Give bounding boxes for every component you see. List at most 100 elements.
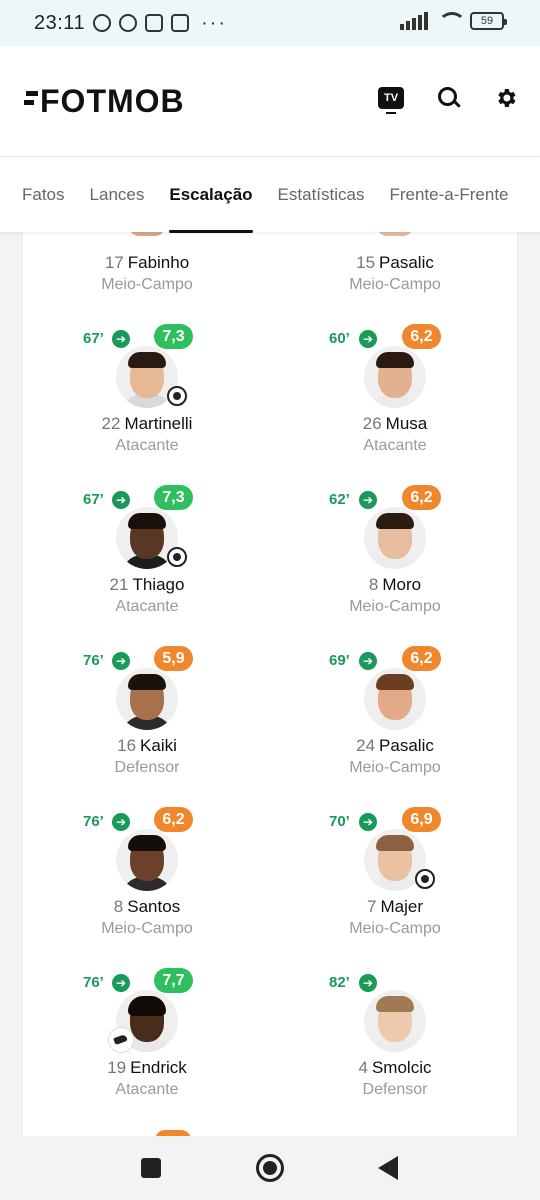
player-rating: 6,2 <box>154 807 193 832</box>
gamepad-icon <box>171 14 190 32</box>
player-position: Meio-Campo <box>349 598 441 615</box>
gamepad-icon <box>145 14 164 32</box>
gear-icon[interactable] <box>494 86 518 110</box>
player-number: 19 <box>107 1058 127 1077</box>
status-right: 59 <box>400 12 507 30</box>
player-photo <box>364 990 426 1052</box>
sub-in-arrow-icon: ➔ <box>112 491 130 509</box>
player-rating: 7,7 <box>154 968 193 993</box>
tab-frente-a-frente[interactable]: Frente-a-Frente <box>389 157 508 233</box>
sub-minute: 62’ <box>329 491 350 508</box>
player-rating: 6,2 <box>402 485 441 510</box>
player-position: Atacante <box>115 437 179 454</box>
sub-in-arrow-icon: ➔ <box>112 813 130 831</box>
player-position: Defensor <box>114 759 180 776</box>
tab-lances[interactable]: Lances <box>90 157 145 233</box>
system-nav-bar <box>0 1136 540 1200</box>
player-number: 8 <box>113 897 124 916</box>
player-number: 16 <box>117 736 137 755</box>
tv-icon[interactable]: TV <box>378 87 404 114</box>
player-number: 4 <box>358 1058 368 1077</box>
player-name: Endrick <box>130 1058 187 1077</box>
player-photo <box>364 668 426 730</box>
player-rating: 6,2 <box>402 646 441 671</box>
player-position: Meio-Campo <box>349 276 441 293</box>
player-photo <box>116 668 178 730</box>
sub-minute: 67’ <box>83 330 104 347</box>
player-number: 17 <box>104 253 124 272</box>
player-position: Atacante <box>363 437 427 454</box>
status-bar: 23:11 ··· 59 <box>0 0 540 46</box>
battery-level: 59 <box>480 15 494 27</box>
player-name: Pasalic <box>379 253 434 272</box>
sub-in-arrow-icon: ➔ <box>112 974 130 992</box>
player-card[interactable]: 60’ ➔ 6,2 26 Musa Atacante <box>271 324 519 485</box>
tab-estatisticas[interactable]: Estatísticas <box>278 157 365 233</box>
more-notifications-icon: ··· <box>201 11 228 34</box>
player-name: Thiago <box>132 575 185 594</box>
header-actions: TV <box>378 86 518 114</box>
player-position: Meio-Campo <box>349 759 441 776</box>
player-name: Martinelli <box>124 414 193 433</box>
player-rating: 6,9 <box>402 807 441 832</box>
player-card[interactable]: 62’ ➔ 6,2 8 Moro Meio-Campo <box>271 485 519 646</box>
player-name: Moro <box>382 575 422 594</box>
alarm-icon <box>93 14 112 32</box>
sub-minute: 69’ <box>329 652 350 669</box>
player-card[interactable]: 69’ ➔ 6,2 24 Pasalic Meio-Campo <box>271 646 519 807</box>
player-card[interactable]: 15 Pasalic Meio-Campo <box>271 232 519 324</box>
sub-minute: 76’ <box>83 652 104 669</box>
goal-ball-icon <box>167 386 187 406</box>
player-position: Meio-Campo <box>101 920 193 937</box>
player-card[interactable]: 70’ ➔ 6,9 7 Majer Meio-Campo <box>271 807 519 968</box>
player-card[interactable]: 17 Fabinho Meio-Campo <box>23 232 271 324</box>
player-card[interactable]: 67’ ➔ 7,3 22 Martinelli Atacante <box>23 324 271 485</box>
sub-in-arrow-icon: ➔ <box>359 974 377 992</box>
player-card[interactable]: 76’ ➔ 5,9 16 Kaiki Defensor <box>23 646 271 807</box>
player-card[interactable]: 82’ ➔ 4 Smolcic Defensor <box>271 968 519 1129</box>
notification-icons: ··· <box>93 12 227 35</box>
assist-boot-icon <box>109 1028 133 1052</box>
player-card[interactable]: 76’ ➔ 7,7 19 Endrick Atacante <box>23 968 271 1129</box>
player-photo <box>116 829 178 891</box>
back-button[interactable] <box>378 1156 398 1180</box>
home-button[interactable] <box>256 1154 284 1182</box>
player-rating: 7,3 <box>154 324 193 349</box>
fotmob-logo[interactable]: FOTMOB <box>24 83 185 120</box>
sub-minute: 60’ <box>329 330 350 347</box>
sub-in-arrow-icon: ➔ <box>112 652 130 670</box>
player-position: Atacante <box>115 598 179 615</box>
player-name: Fabinho <box>127 253 190 272</box>
player-position: Atacante <box>115 1081 179 1098</box>
sub-minute: 76’ <box>83 813 104 830</box>
sub-minute: 70’ <box>329 813 350 830</box>
search-icon[interactable] <box>438 87 460 109</box>
player-number: 21 <box>109 575 129 594</box>
tv-label: TV <box>383 92 399 104</box>
goal-ball-icon <box>167 547 187 567</box>
player-position: Meio-Campo <box>101 276 193 293</box>
tab-escalacao[interactable]: Escalação <box>169 157 253 233</box>
logo-mark-icon <box>24 89 38 113</box>
status-time: 23:11 <box>34 11 86 34</box>
sub-in-arrow-icon: ➔ <box>112 330 130 348</box>
player-rating: 5,9 <box>154 646 193 671</box>
player-card[interactable]: 67’ ➔ 7,3 21 Thiago Atacante <box>23 485 271 646</box>
player-number: 26 <box>362 414 382 433</box>
player-number: 24 <box>356 736 376 755</box>
player-card[interactable]: 76’ ➔ 6,2 8 Santos Meio-Campo <box>23 807 271 968</box>
sub-minute: 82’ <box>329 974 350 991</box>
player-number: 15 <box>356 253 376 272</box>
substitutes-card: 17 Fabinho Meio-Campo 67’ ➔ 7,3 22 Martine… <box>22 232 518 1136</box>
recents-button[interactable] <box>141 1158 161 1178</box>
player-name: Kaiki <box>140 736 177 755</box>
player-name: Majer <box>380 897 423 916</box>
match-tabs: Fatos Lances Escalação Estatísticas Fren… <box>0 156 540 233</box>
player-photo <box>364 507 426 569</box>
app-header: FOTMOB TV <box>0 46 540 156</box>
player-position: Defensor <box>362 1081 428 1098</box>
tab-fatos[interactable]: Fatos <box>22 157 65 233</box>
lineup-content[interactable]: 17 Fabinho Meio-Campo 67’ ➔ 7,3 22 Martine… <box>0 232 540 1136</box>
player-name: Santos <box>127 897 181 916</box>
wifi-icon <box>438 12 460 30</box>
